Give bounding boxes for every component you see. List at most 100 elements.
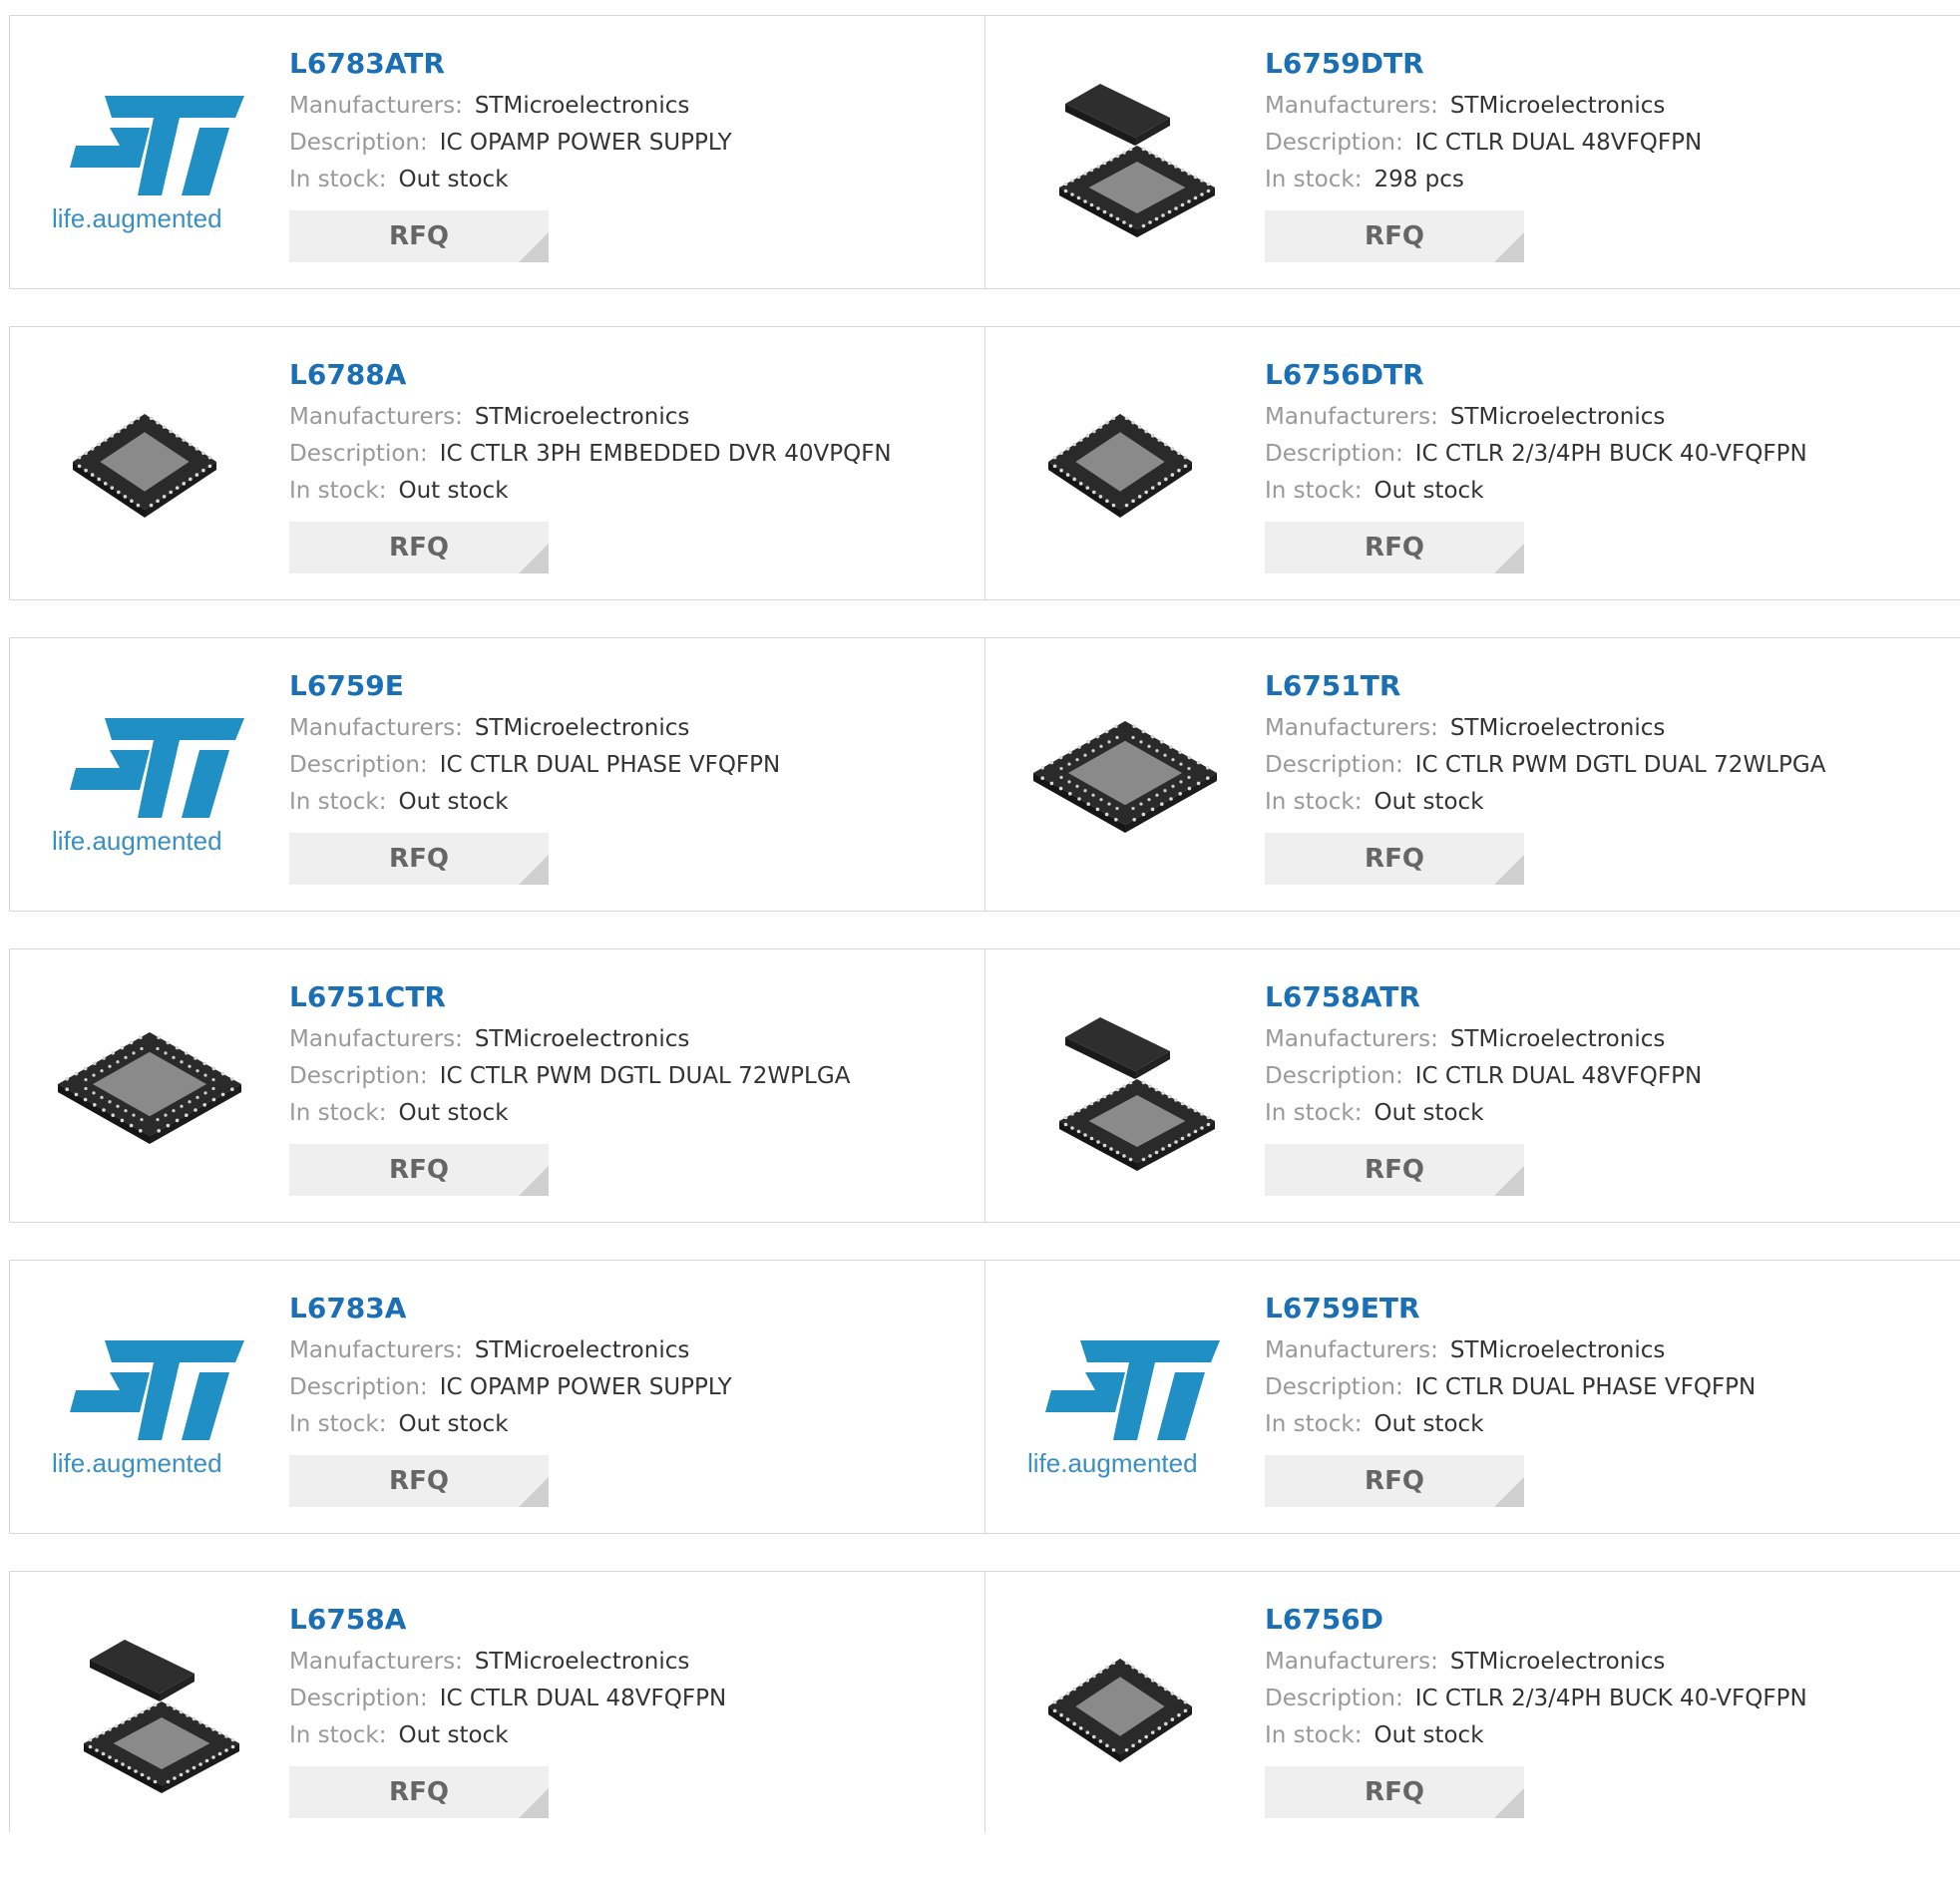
qfn-chip-pair-icon bbox=[84, 1640, 239, 1793]
stock-line: In stock: Out stock bbox=[289, 1717, 975, 1754]
description-value: IC CTLR DUAL PHASE VFQFPN bbox=[1414, 1374, 1757, 1400]
product-card: L6758ATR Manufacturers: STMicroelectronic… bbox=[984, 948, 1960, 1223]
product-row: L6758A Manufacturers: STMicroelectronics … bbox=[9, 1571, 1960, 1845]
in-stock-label: In stock: bbox=[289, 1722, 387, 1748]
product-info: L6756DTR Manufacturers: STMicroelectronic… bbox=[1265, 357, 1950, 573]
part-number-link[interactable]: L6756DTR bbox=[1265, 357, 1424, 393]
stock-value: Out stock bbox=[398, 1100, 509, 1126]
product-row: life.augmented L6759E Manufacturers: STMi… bbox=[9, 637, 1960, 912]
product-image[interactable] bbox=[50, 1612, 249, 1811]
corner-triangle-icon bbox=[1494, 1788, 1524, 1818]
manufacturer-value: STMicroelectronics bbox=[1449, 1337, 1666, 1363]
product-info: L6788A Manufacturers: STMicroelectronics … bbox=[289, 357, 975, 573]
rfq-button[interactable]: RFQ bbox=[1265, 833, 1524, 885]
rfq-button[interactable]: RFQ bbox=[1265, 522, 1524, 573]
rfq-button[interactable]: RFQ bbox=[289, 1144, 549, 1196]
product-image[interactable] bbox=[1025, 56, 1225, 255]
corner-triangle-icon bbox=[1494, 855, 1524, 885]
description-line: Description: IC CTLR 2/3/4PH BUCK 40-VFQF… bbox=[1265, 1681, 1950, 1717]
product-card: L6751CTR Manufacturers: STMicroelectronic… bbox=[9, 948, 985, 1223]
product-image[interactable] bbox=[50, 989, 249, 1189]
manufacturers-label: Manufacturers: bbox=[289, 93, 463, 119]
in-stock-label: In stock: bbox=[1265, 1411, 1363, 1437]
part-number-link[interactable]: L6759ETR bbox=[1265, 1291, 1420, 1326]
product-card: L6759DTR Manufacturers: STMicroelectronic… bbox=[984, 15, 1960, 289]
rfq-button[interactable]: RFQ bbox=[289, 210, 549, 262]
st-logo-icon: life.augmented bbox=[1027, 1340, 1220, 1478]
description-line: Description: IC CTLR 3PH EMBEDDED DVR 40V… bbox=[289, 436, 975, 473]
stock-line: In stock: Out stock bbox=[1265, 1717, 1950, 1754]
stock-line: In stock: 298 pcs bbox=[1265, 162, 1950, 198]
product-card: L6758A Manufacturers: STMicroelectronics … bbox=[9, 1571, 985, 1832]
description-label: Description: bbox=[1265, 1686, 1403, 1711]
manufacturer-value: STMicroelectronics bbox=[474, 1337, 690, 1363]
corner-triangle-icon bbox=[1494, 232, 1524, 262]
product-image[interactable] bbox=[1025, 989, 1225, 1189]
manufacturers-label: Manufacturers: bbox=[1265, 715, 1438, 741]
manufacturer-line: Manufacturers: STMicroelectronics bbox=[289, 399, 975, 436]
part-number-link[interactable]: L6783A bbox=[289, 1291, 406, 1326]
rfq-button[interactable]: RFQ bbox=[1265, 210, 1524, 262]
product-image[interactable]: life.augmented bbox=[50, 678, 249, 878]
description-label: Description: bbox=[289, 752, 428, 778]
rfq-button-label: RFQ bbox=[1365, 221, 1424, 251]
part-number-link[interactable]: L6759DTR bbox=[1265, 46, 1424, 82]
manufacturer-value: STMicroelectronics bbox=[1449, 715, 1666, 741]
rfq-button-label: RFQ bbox=[1365, 1777, 1424, 1807]
part-number-link[interactable]: L6758A bbox=[289, 1602, 406, 1638]
manufacturer-value: STMicroelectronics bbox=[474, 1026, 690, 1052]
stock-line: In stock: Out stock bbox=[289, 473, 975, 510]
product-card: life.augmented L6783A Manufacturers: STMi… bbox=[9, 1260, 985, 1534]
rfq-button[interactable]: RFQ bbox=[289, 1455, 549, 1507]
product-image[interactable] bbox=[1025, 1612, 1225, 1811]
description-line: Description: IC CTLR 2/3/4PH BUCK 40-VFQF… bbox=[1265, 436, 1950, 473]
rfq-button-label: RFQ bbox=[1365, 1466, 1424, 1496]
rfq-button[interactable]: RFQ bbox=[1265, 1455, 1524, 1507]
product-image[interactable]: life.augmented bbox=[50, 1301, 249, 1500]
product-image[interactable]: life.augmented bbox=[50, 56, 249, 255]
rfq-button[interactable]: RFQ bbox=[1265, 1766, 1524, 1818]
description-line: Description: IC OPAMP POWER SUPPLY bbox=[289, 125, 975, 162]
description-label: Description: bbox=[1265, 441, 1403, 467]
in-stock-label: In stock: bbox=[289, 1100, 387, 1126]
part-number-link[interactable]: L6751TR bbox=[1265, 668, 1400, 704]
in-stock-label: In stock: bbox=[289, 789, 387, 815]
stock-value: Out stock bbox=[398, 167, 509, 192]
in-stock-label: In stock: bbox=[289, 478, 387, 504]
part-number-link[interactable]: L6751CTR bbox=[289, 979, 446, 1015]
part-number-link[interactable]: L6756D bbox=[1265, 1602, 1383, 1638]
manufacturer-line: Manufacturers: STMicroelectronics bbox=[289, 710, 975, 747]
corner-triangle-icon bbox=[519, 1477, 549, 1507]
stock-value: Out stock bbox=[1373, 1100, 1484, 1126]
stock-value: Out stock bbox=[398, 478, 509, 504]
description-line: Description: IC CTLR PWM DGTL DUAL 72WPLG… bbox=[289, 1058, 975, 1095]
stock-line: In stock: Out stock bbox=[1265, 1406, 1950, 1443]
rfq-button[interactable]: RFQ bbox=[289, 1766, 549, 1818]
rfq-button[interactable]: RFQ bbox=[289, 833, 549, 885]
part-number-link[interactable]: L6783ATR bbox=[289, 46, 445, 82]
description-value: IC CTLR PWM DGTL DUAL 72WLPGA bbox=[1414, 752, 1826, 778]
product-image[interactable]: life.augmented bbox=[1025, 1301, 1225, 1500]
stock-line: In stock: Out stock bbox=[1265, 473, 1950, 510]
description-value: IC CTLR 2/3/4PH BUCK 40-VFQFPN bbox=[1414, 1686, 1807, 1711]
part-number-link[interactable]: L6788A bbox=[289, 357, 406, 393]
manufacturer-line: Manufacturers: STMicroelectronics bbox=[1265, 1021, 1950, 1058]
in-stock-label: In stock: bbox=[1265, 167, 1363, 192]
product-row: life.augmented L6783A Manufacturers: STMi… bbox=[9, 1260, 1960, 1534]
part-number-link[interactable]: L6758ATR bbox=[1265, 979, 1420, 1015]
rfq-button[interactable]: RFQ bbox=[1265, 1144, 1524, 1196]
product-image[interactable] bbox=[1025, 678, 1225, 878]
rfq-button-label: RFQ bbox=[389, 844, 449, 874]
manufacturers-label: Manufacturers: bbox=[289, 404, 463, 430]
product-info: L6759DTR Manufacturers: STMicroelectronic… bbox=[1265, 46, 1950, 262]
manufacturer-line: Manufacturers: STMicroelectronics bbox=[1265, 1332, 1950, 1369]
description-line: Description: IC CTLR DUAL PHASE VFQFPN bbox=[1265, 1369, 1950, 1406]
stock-value: Out stock bbox=[398, 1722, 509, 1748]
rfq-button[interactable]: RFQ bbox=[289, 522, 549, 573]
product-grid: life.augmented L6783ATR Manufacturers: ST… bbox=[9, 15, 1960, 1882]
product-info: L6758ATR Manufacturers: STMicroelectronic… bbox=[1265, 979, 1950, 1196]
description-line: Description: IC CTLR DUAL 48VFQFPN bbox=[1265, 1058, 1950, 1095]
product-image[interactable] bbox=[50, 367, 249, 566]
part-number-link[interactable]: L6759E bbox=[289, 668, 404, 704]
product-image[interactable] bbox=[1025, 367, 1225, 566]
